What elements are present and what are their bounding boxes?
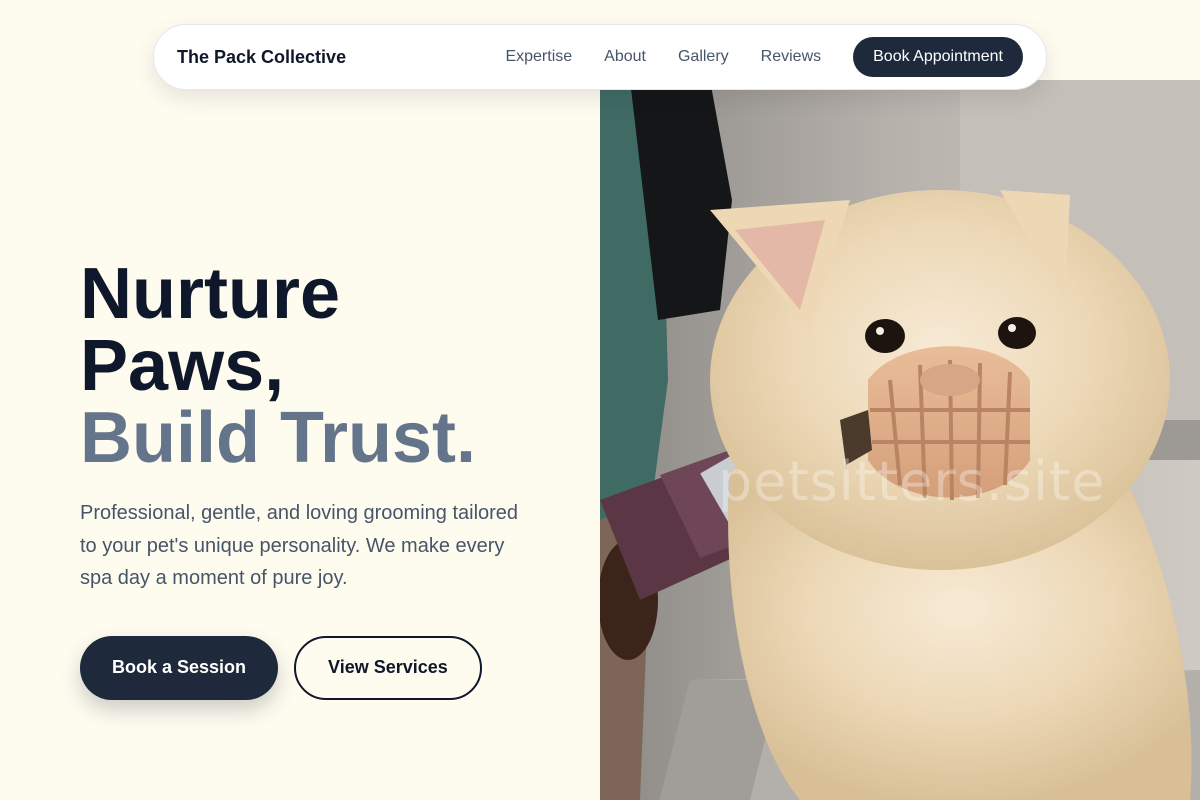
hero-section: Nurture Paws, Build Trust. Professional,… [80,258,580,700]
hero-image: petsitters.site [600,80,1200,800]
headline-line-1: Nurture [80,254,341,334]
headline-accent: Build Trust. [80,398,476,478]
top-navigation: The Pack Collective Expertise About Gall… [153,24,1047,90]
book-appointment-button[interactable]: Book Appointment [853,37,1023,77]
nav-links: Expertise About Gallery Reviews Book App… [505,37,1023,77]
brand-logo-text[interactable]: The Pack Collective [177,47,346,68]
dog-grooming-photo [600,80,1200,800]
hero-button-group: Book a Session View Services [80,635,580,700]
book-session-button[interactable]: Book a Session [80,635,279,700]
nav-link-gallery[interactable]: Gallery [678,48,729,66]
headline-line-2: Paws, [80,326,285,406]
nav-link-about[interactable]: About [604,48,646,66]
hero-headline: Nurture Paws, Build Trust. [80,258,580,474]
nav-link-expertise[interactable]: Expertise [505,48,572,66]
image-watermark: petsitters.site [718,450,1106,513]
landing-page: petsitters.site The Pack Collective Expe… [0,0,1200,800]
view-services-button[interactable]: View Services [294,635,482,700]
nav-link-reviews[interactable]: Reviews [761,48,821,66]
hero-subtitle: Professional, gentle, and loving groomin… [80,502,519,589]
